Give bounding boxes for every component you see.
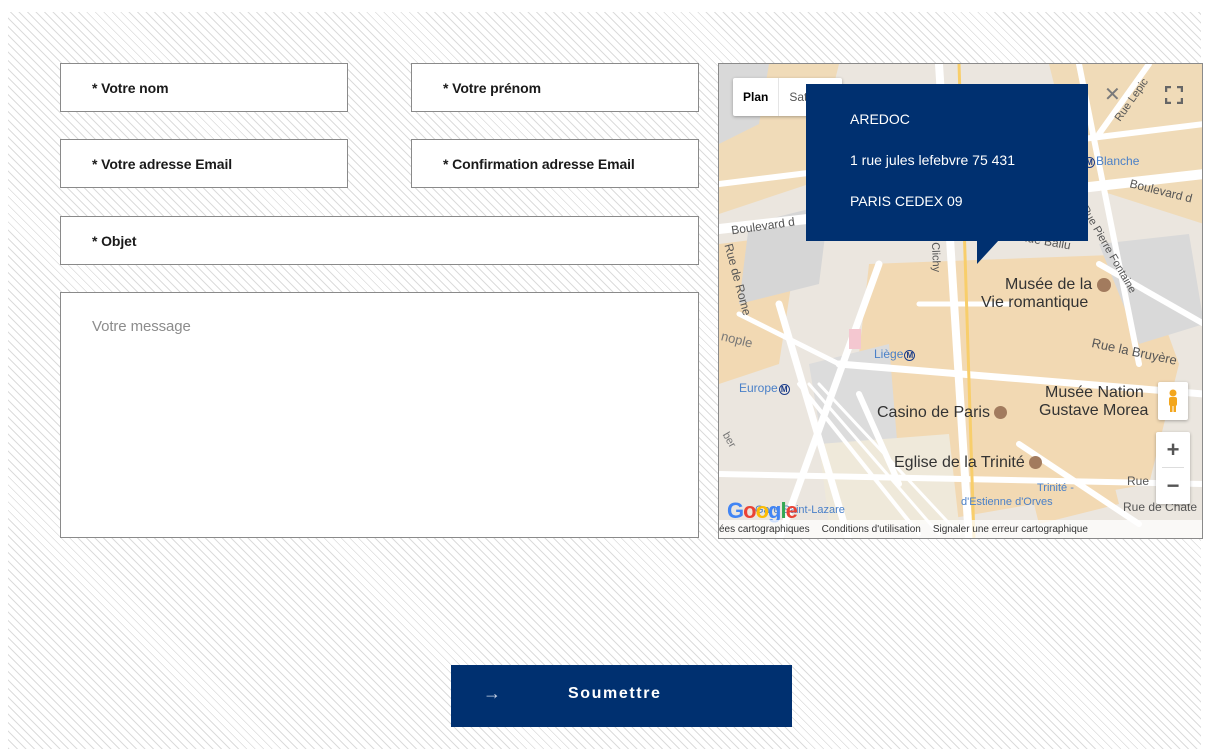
info-window: AREDOC 1 rue jules lefebvre 75 431 PARIS…: [806, 84, 1088, 241]
fullscreen-icon[interactable]: [1156, 78, 1192, 112]
map-label-musee-national: Musée Nation: [1045, 384, 1144, 401]
zoom-control: + −: [1156, 432, 1190, 504]
map-type-plan-button[interactable]: Plan: [733, 78, 778, 116]
info-name: AREDOC: [850, 111, 910, 127]
map-label-musee-vie-2: Vie romantique: [981, 294, 1089, 311]
nom-label: * Votre nom: [92, 79, 169, 96]
info-window-pointer: [977, 240, 999, 264]
email-confirm-label: * Confirmation adresse Email: [443, 155, 635, 172]
message-textarea[interactable]: Votre message: [60, 292, 699, 538]
zoom-out-button[interactable]: −: [1156, 468, 1190, 503]
map-label-musee-vie-1: Musée de la: [1005, 276, 1111, 294]
metro-icon: M: [778, 384, 790, 395]
map-label-liege: Liège M: [874, 347, 916, 361]
zoom-in-button[interactable]: +: [1156, 432, 1190, 467]
museum-icon: [1096, 277, 1111, 292]
map-label-trinite: Eglise de la Trinité: [894, 454, 1043, 472]
map-data-text: ées cartographiques: [719, 523, 810, 535]
map-label-trinite-station: Trinité -: [1037, 482, 1074, 494]
objet-input[interactable]: * Objet: [60, 216, 699, 265]
submit-button[interactable]: → Soumettre: [451, 665, 792, 727]
map-footer: ées cartographiques Conditions d'utilisa…: [719, 520, 1202, 538]
page-left-margin: [0, 0, 8, 749]
prenom-label: * Votre prénom: [443, 79, 541, 96]
map-report-link[interactable]: Signaler une erreur cartographique: [927, 524, 1094, 535]
pegman-icon[interactable]: [1158, 382, 1188, 420]
nom-input[interactable]: * Votre nom: [60, 63, 348, 112]
place-icon: [994, 406, 1008, 420]
email-input[interactable]: * Votre adresse Email: [60, 139, 348, 188]
email-label: * Votre adresse Email: [92, 155, 233, 172]
map-terms-link[interactable]: Conditions d'utilisation: [816, 524, 927, 535]
info-city: PARIS CEDEX 09: [850, 193, 963, 209]
message-placeholder: Votre message: [92, 318, 191, 335]
objet-label: * Objet: [92, 232, 137, 249]
email-confirm-input[interactable]: * Confirmation adresse Email: [411, 139, 699, 188]
prenom-input[interactable]: * Votre prénom: [411, 63, 699, 112]
map-label-clichy: Clichy: [929, 242, 943, 273]
metro-icon: M: [904, 350, 916, 361]
map-label-estienne: d'Estienne d'Orves: [961, 496, 1053, 508]
page-top-margin: [0, 0, 1209, 12]
map-label-gustave: Gustave Morea: [1039, 402, 1149, 419]
submit-label: Soumettre: [568, 685, 662, 702]
map-label-casino: Casino de Paris: [877, 404, 1008, 422]
church-icon: [1029, 456, 1043, 470]
map-label-europe: Europe M: [739, 381, 790, 395]
map-label-rue: Rue: [1127, 474, 1150, 488]
info-address: 1 rue jules lefebvre 75 431: [850, 152, 1015, 168]
arrow-right-icon: →: [483, 683, 501, 703]
google-map[interactable]: Boulevard d Boulevard d M Blanche Rue Bal…: [718, 63, 1203, 539]
close-icon[interactable]: ✕: [1104, 82, 1121, 107]
map-label-blanche: M Blanche: [1084, 154, 1139, 168]
